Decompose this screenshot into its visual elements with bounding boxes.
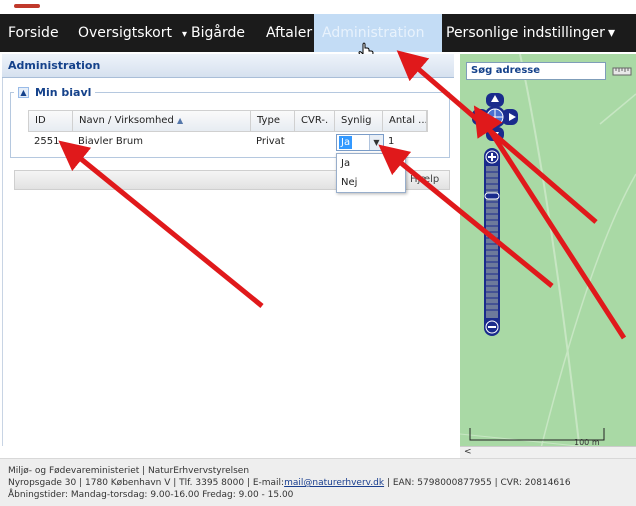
cell-id: 2551 — [34, 136, 60, 147]
page-footer: Miljø- og Fødevareministeriet | NaturErh… — [0, 458, 636, 506]
nav-forside[interactable]: Forside — [8, 14, 59, 52]
nav-more-dropdown[interactable]: ▾ — [608, 14, 615, 52]
cell-name: Biavler Brum — [78, 136, 143, 147]
nav-oversigtskort[interactable]: Oversigtskort — [78, 14, 172, 52]
column-header-antal[interactable]: Antal ... — [383, 111, 427, 131]
logo-mark — [14, 4, 40, 8]
collapse-icon[interactable]: ▲ — [18, 86, 29, 98]
nav-administration[interactable]: Administration — [314, 14, 442, 52]
chevron-down-icon[interactable]: ▼ — [369, 135, 383, 150]
nav-label: Bigårde — [191, 25, 246, 41]
map-horizontal-scrollbar[interactable]: < — [460, 446, 636, 458]
nav-label: Oversigtskort — [78, 25, 172, 41]
sort-ascending-icon: ▲ — [177, 116, 184, 125]
cell-antal: 1 — [388, 136, 395, 147]
nav-aftaler[interactable]: Aftaler — [266, 14, 312, 52]
nav-bigaarde[interactable]: ▾ Bigårde — [182, 14, 245, 52]
column-header-label: Navn / Virksomhed — [79, 115, 174, 126]
nav-label: Aftaler — [266, 25, 313, 41]
chevron-down-icon: ▾ — [608, 25, 616, 41]
footer-line-ministry: Miljø- og Fødevareministeriet | NaturErh… — [8, 466, 250, 476]
nav-label: Forside — [8, 25, 59, 41]
fieldset-legend[interactable]: ▲ Min biavl — [14, 84, 96, 100]
logo-strip — [0, 0, 636, 14]
footer-ids: | EAN: 5798000877955 | CVR: 20814616 — [384, 478, 571, 488]
dropdown-option-ja[interactable]: Ja — [337, 154, 405, 173]
dropdown-option-nej[interactable]: Nej — [337, 173, 405, 192]
ruler-icon[interactable] — [612, 63, 632, 79]
help-button[interactable]: Hjælp — [404, 172, 439, 188]
grid-header: ID Navn / Virksomhed ▲ Type CVR-. Synlig… — [28, 110, 428, 132]
zoom-slider[interactable] — [482, 148, 502, 336]
synlig-dropdown-list: Ja Nej — [336, 153, 406, 193]
footer-line-hours: Åbningstider: Mandag-torsdag: 9.00-16.00… — [8, 490, 294, 500]
fieldset-title: Min biavl — [35, 85, 92, 99]
column-header-type[interactable]: Type — [251, 111, 295, 131]
nav-label: Administration — [322, 25, 425, 41]
column-header-cvr[interactable]: CVR-. — [295, 111, 335, 131]
pan-control[interactable] — [472, 92, 520, 142]
footer-line-contact: Nyropsgade 30 | 1780 København V | Tlf. … — [8, 477, 628, 489]
synlig-selected-value: Ja — [339, 136, 353, 149]
column-header-name[interactable]: Navn / Virksomhed ▲ — [73, 111, 251, 131]
synlig-select[interactable]: Ja ▼ — [336, 134, 384, 151]
column-header-id[interactable]: ID — [29, 111, 73, 131]
chevron-down-icon: ▾ — [182, 29, 188, 40]
cell-cvr — [294, 132, 334, 152]
panel-title: Administration — [2, 54, 454, 78]
footer-address: Nyropsgade 30 | 1780 København V | Tlf. … — [8, 478, 285, 488]
nav-personlige-indstillinger[interactable]: Personlige indstillinger — [446, 14, 605, 52]
nav-label: Personlige indstillinger — [446, 25, 605, 41]
address-search-input[interactable]: Søg adresse — [466, 62, 606, 80]
scroll-left-icon[interactable]: < — [464, 447, 472, 457]
footer-email-link[interactable]: mail@naturerhverv.dk — [284, 478, 384, 488]
cell-type: Privat — [256, 136, 285, 147]
help-label: Hjælp — [410, 174, 440, 185]
column-header-synlig[interactable]: Synlig — [335, 111, 383, 131]
main-navbar: Forside Oversigtskort ▾ Bigårde Aftaler A… — [0, 14, 636, 52]
